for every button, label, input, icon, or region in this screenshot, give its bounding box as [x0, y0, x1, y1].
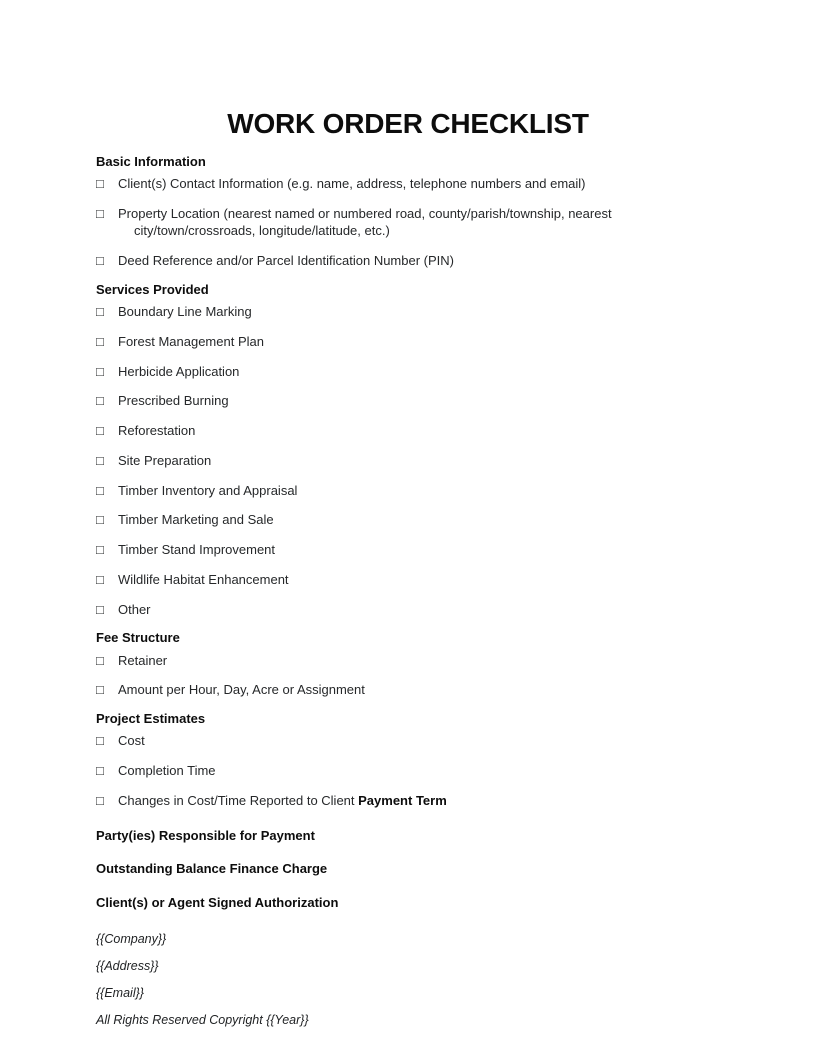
checklist-item[interactable]: □ Forest Management Plan: [96, 333, 720, 363]
checklist-item-text: Wildlife Habitat Enhancement: [118, 571, 289, 587]
checkbox-icon[interactable]: □: [96, 482, 104, 499]
checklist-item-label: Cost: [118, 733, 145, 748]
bold-statement: Party(ies) Responsible for Payment: [96, 827, 315, 843]
checkbox-icon[interactable]: □: [96, 205, 104, 222]
checklist-item[interactable]: □ Prescribed Burning: [96, 392, 720, 422]
checklist-item-label: Property Location (nearest named or numb…: [118, 206, 720, 239]
checkbox-icon[interactable]: □: [96, 422, 104, 439]
checkbox-icon[interactable]: □: [96, 303, 104, 320]
checklist-sections: Basic Information □ Client(s) Contact Info…: [96, 154, 720, 821]
checklist-item[interactable]: □ Timber Marketing and Sale: [96, 511, 720, 541]
checklist-item[interactable]: □ Property Location (nearest named or num…: [96, 205, 720, 252]
checklist-item-text: Retainer: [118, 652, 168, 668]
checklist-item-text: Boundary Line Marking: [118, 304, 252, 320]
checklist-item-label: Prescribed Burning: [118, 393, 229, 408]
checklist-item-label: Timber Marketing and Sale: [118, 512, 274, 527]
checklist-item-text: Herbicide Application: [118, 363, 240, 379]
document-page: WORK ORDER CHECKLIST Basic Information □ C…: [0, 0, 816, 1056]
checklist-item-label: Herbicide Application: [118, 364, 239, 379]
checklist-item-text: Changes in Cost/Time Reported to Client: [118, 792, 359, 808]
checklist-item-label: Timber Stand Improvement: [118, 542, 275, 557]
checklist-item-label: Forest Management Plan: [118, 334, 264, 349]
checklist-item-label: Retainer: [118, 653, 167, 668]
checklist-item-label: Site Preparation: [118, 453, 211, 468]
footer-line: {{Address}}: [96, 959, 159, 974]
checklist-item-text: Site Preparation: [118, 452, 212, 468]
checklist-item-text: Prescribed Burning: [118, 393, 229, 409]
footer-line: {{Email}}: [96, 985, 144, 1000]
checklist-item-label: Deed Reference and/or Parcel Identificat…: [118, 253, 454, 268]
checklist-item[interactable]: □ Amount per Hour, Day, Acre or Assignmen…: [96, 681, 720, 711]
checklist-item-label: Changes in Cost/Time Reported to Client …: [118, 793, 447, 808]
checkbox-icon[interactable]: □: [96, 252, 104, 269]
checklist-item[interactable]: □ Site Preparation: [96, 452, 720, 482]
checklist-item-text: Timber Marketing and Sale: [118, 512, 274, 528]
checklist-item-text: Deed Reference and/or Parcel Identificat…: [118, 253, 454, 269]
checklist-item[interactable]: □ Other: [96, 601, 720, 631]
checklist-item[interactable]: □ Wildlife Habitat Enhancement: [96, 571, 720, 601]
checkbox-icon[interactable]: □: [96, 681, 104, 698]
checkbox-icon[interactable]: □: [96, 732, 104, 749]
page-title: WORK ORDER CHECKLIST: [227, 108, 589, 139]
checklist-item[interactable]: □ Herbicide Application: [96, 363, 720, 393]
checklist-item-text: Forest Management Plan: [118, 333, 264, 349]
checklist-item-text: Timber Inventory and Appraisal: [118, 482, 298, 498]
checkbox-icon[interactable]: □: [96, 363, 104, 380]
checklist-item-label: Boundary Line Marking: [118, 304, 252, 319]
bold-statement: Outstanding Balance Finance Charge: [96, 861, 328, 877]
footer-line: All Rights Reserved Copyright {{Year}}: [96, 1012, 309, 1027]
bold-statements: Party(ies) Responsible for Payment Outsta…: [96, 822, 720, 930]
checklist-item[interactable]: □ Deed Reference and/or Parcel Identifica…: [96, 252, 720, 282]
bold-statement: Client(s) or Agent Signed Authorization: [96, 895, 339, 911]
checkbox-icon[interactable]: □: [96, 541, 104, 558]
checklist-item-text: Property Location (nearest named or numb…: [118, 206, 612, 222]
checklist-item[interactable]: □ Boundary Line Marking: [96, 303, 720, 333]
checklist-item-text: Client(s) Contact Information (e.g. name…: [118, 176, 586, 192]
checklist-item[interactable]: □ Timber Stand Improvement: [96, 541, 720, 571]
checklist-item-label: Completion Time: [118, 763, 216, 778]
section-heading: Services Provided: [96, 281, 209, 297]
checklist-item[interactable]: □ Changes in Cost/Time Reported to Client…: [96, 792, 720, 822]
checklist-item-text: Timber Stand Improvement: [118, 542, 276, 558]
checklist-item-text: Reforestation: [118, 423, 196, 439]
checklist-item[interactable]: □ Retainer: [96, 652, 720, 682]
checklist-item[interactable]: □ Timber Inventory and Appraisal: [96, 482, 720, 512]
checkbox-icon[interactable]: □: [96, 511, 104, 528]
checklist-item[interactable]: □ Client(s) Contact Information (e.g. nam…: [96, 175, 720, 205]
checklist-item-text: Other: [118, 601, 151, 617]
checkbox-icon[interactable]: □: [96, 175, 104, 192]
checklist-item-emphasis: Payment Term: [358, 792, 447, 808]
checkbox-icon[interactable]: □: [96, 601, 104, 618]
checkbox-icon[interactable]: □: [96, 792, 104, 809]
checkbox-icon[interactable]: □: [96, 452, 104, 469]
checklist-item-text: Completion Time: [118, 763, 216, 779]
checklist-item-continuation: city/town/crossroads, longitude/latitude…: [134, 223, 390, 239]
checklist-item-label: Timber Inventory and Appraisal: [118, 483, 297, 498]
checkbox-icon[interactable]: □: [96, 652, 104, 669]
checklist-item[interactable]: □ Completion Time: [96, 762, 720, 792]
checklist-item-text: Amount per Hour, Day, Acre or Assignment: [118, 682, 365, 698]
checklist-item-label: Reforestation: [118, 423, 195, 438]
checklist-item-text: Cost: [118, 733, 145, 749]
checklist-item-label: Other: [118, 602, 151, 617]
document-content: WORK ORDER CHECKLIST Basic Information □ C…: [96, 108, 720, 1038]
document-footer: {{Company}} {{Address}} {{Email}} All Right…: [96, 929, 720, 1038]
checkbox-icon[interactable]: □: [96, 571, 104, 588]
checkbox-icon[interactable]: □: [96, 762, 104, 779]
section-heading: Fee Structure: [96, 630, 180, 646]
section-heading: Project Estimates: [96, 711, 206, 727]
checklist-item-label: Amount per Hour, Day, Acre or Assignment: [118, 682, 365, 697]
section-heading: Basic Information: [96, 154, 206, 170]
checklist-item-label: Client(s) Contact Information (e.g. name…: [118, 176, 586, 191]
checklist-item-label: Wildlife Habitat Enhancement: [118, 572, 289, 587]
footer-line: {{Company}}: [96, 932, 167, 947]
checklist-item[interactable]: □ Cost: [96, 732, 720, 762]
checkbox-icon[interactable]: □: [96, 333, 104, 350]
checkbox-icon[interactable]: □: [96, 392, 104, 409]
checklist-item[interactable]: □ Reforestation: [96, 422, 720, 452]
